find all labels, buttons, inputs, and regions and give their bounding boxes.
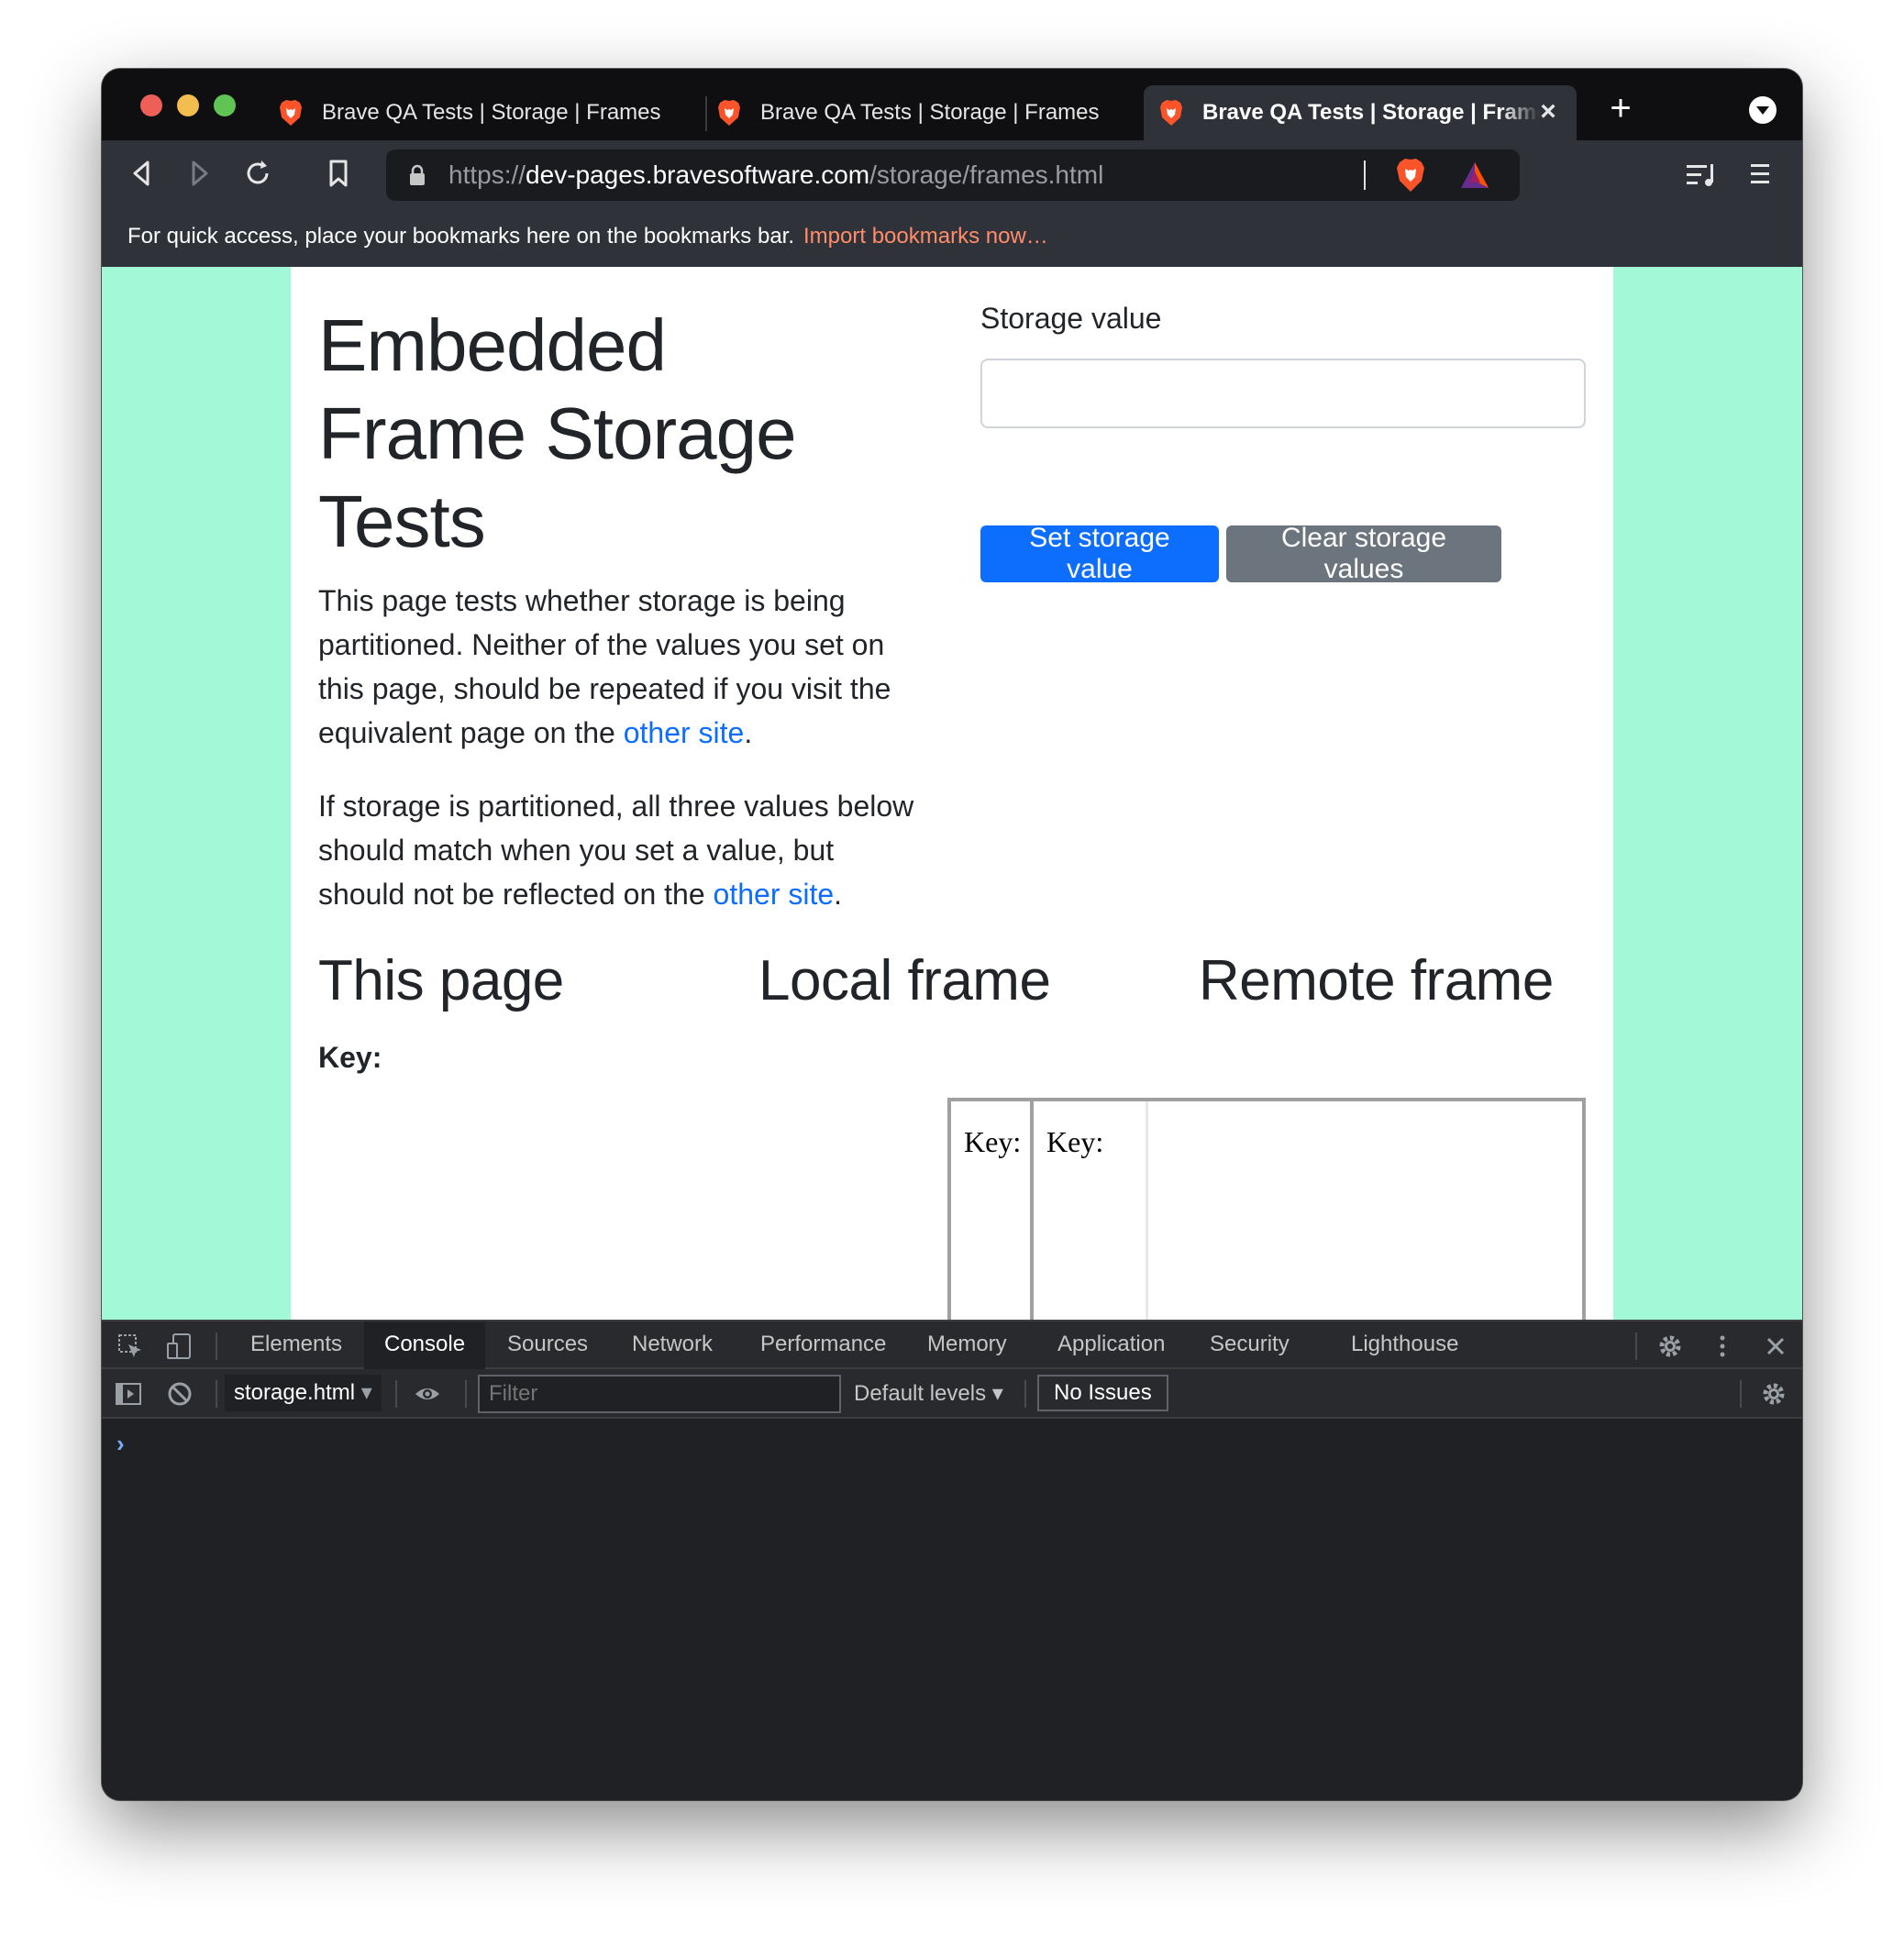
page-title: Embedded Frame Storage Tests xyxy=(318,304,797,562)
toolbar-separator xyxy=(395,1380,397,1408)
clear-console-icon[interactable] xyxy=(166,1380,194,1408)
devtools-panel: Elements Console Sources Network Perform… xyxy=(102,1320,1802,1800)
import-bookmarks-link[interactable]: Import bookmarks now… xyxy=(803,224,1048,249)
forward-icon[interactable] xyxy=(179,153,219,194)
new-tab-button[interactable]: + xyxy=(1602,90,1639,127)
devtools-tab-sources[interactable]: Sources xyxy=(487,1321,608,1369)
tab-search-icon[interactable] xyxy=(1749,96,1777,124)
other-site-link-2[interactable]: other site xyxy=(714,878,835,911)
tab-3-active[interactable]: Brave QA Tests | Storage | Frames × xyxy=(1144,85,1577,140)
devtools-tab-console[interactable]: Console xyxy=(364,1321,486,1369)
url-scheme: https:// xyxy=(448,160,526,189)
tab-1-label: Brave QA Tests | Storage | Frames xyxy=(322,100,661,125)
issues-button[interactable]: No Issues xyxy=(1037,1375,1168,1411)
partition-paragraph: If storage is partitioned, all three val… xyxy=(318,784,924,916)
devtools-tab-performance[interactable]: Performance xyxy=(740,1321,906,1369)
remote-frame-inner-divider xyxy=(1146,1101,1148,1320)
local-frame-key-label: Key: xyxy=(964,1125,1022,1158)
intro-end: . xyxy=(744,716,753,749)
reload-icon[interactable] xyxy=(238,153,278,194)
minimize-window-button[interactable] xyxy=(177,94,199,116)
local-frame-heading: Local frame xyxy=(758,949,1051,1012)
inspect-element-icon[interactable] xyxy=(116,1332,144,1360)
brave-lion-icon xyxy=(280,100,302,126)
console-toolbar: storage.html ▾ Default levels ▾ No Issue… xyxy=(102,1369,1802,1419)
browser-toolbar: https://dev-pages.bravesoftware.com/stor… xyxy=(102,140,1802,206)
caret-down-icon: ▾ xyxy=(991,1381,1003,1406)
intro-text: This page tests whether storage is being… xyxy=(318,584,891,749)
toolbar-separator xyxy=(1740,1380,1742,1408)
devtools-tab-application[interactable]: Application xyxy=(1037,1321,1185,1369)
this-page-heading: This page xyxy=(318,949,564,1012)
show-sidebar-icon[interactable] xyxy=(115,1380,142,1408)
browser-window: Brave QA Tests | Storage | Frames Brave … xyxy=(102,69,1802,1800)
devtools-tab-bar: Elements Console Sources Network Perform… xyxy=(102,1320,1802,1369)
brave-lion-icon xyxy=(1160,100,1182,126)
tab-3-label: Brave QA Tests | Storage | Frames xyxy=(1202,100,1540,125)
context-label: storage.html xyxy=(234,1380,356,1405)
console-settings-gear-icon[interactable] xyxy=(1760,1380,1788,1408)
settings-gear-icon[interactable] xyxy=(1656,1332,1684,1360)
close-tab-icon[interactable]: × xyxy=(1534,98,1562,126)
devtools-tab-network[interactable]: Network xyxy=(612,1321,733,1369)
back-icon[interactable] xyxy=(122,153,162,194)
remote-frame-heading: Remote frame xyxy=(1199,949,1554,1012)
devtools-tab-elements[interactable]: Elements xyxy=(230,1321,362,1369)
maximize-window-button[interactable] xyxy=(214,94,236,116)
clear-storage-button[interactable]: Clear storage values xyxy=(1226,523,1501,584)
url-path: /storage/frames.html xyxy=(869,160,1104,189)
menu-icon[interactable] xyxy=(1749,160,1771,188)
live-expression-eye-icon[interactable] xyxy=(414,1380,441,1408)
tab-2[interactable]: Brave QA Tests | Storage | Frames xyxy=(716,85,1147,140)
brave-lion-icon xyxy=(718,100,740,126)
set-storage-button[interactable]: Set storage value xyxy=(980,523,1219,584)
context-selector[interactable]: storage.html ▾ xyxy=(225,1375,382,1411)
caret-down-icon: ▾ xyxy=(360,1380,372,1405)
log-levels-dropdown[interactable]: Default levels ▾ xyxy=(854,1375,1003,1413)
close-devtools-icon[interactable] xyxy=(1762,1332,1789,1360)
devtools-separator xyxy=(216,1332,217,1360)
tab-1[interactable]: Brave QA Tests | Storage | Frames xyxy=(278,85,709,140)
storage-value-label: Storage value xyxy=(980,302,1162,335)
devtools-separator xyxy=(1635,1332,1637,1360)
lock-icon xyxy=(410,164,425,185)
brave-shields-icon[interactable] xyxy=(1395,158,1426,193)
devtools-tab-memory[interactable]: Memory xyxy=(907,1321,1027,1369)
url-host: dev-pages.bravesoftware.com xyxy=(526,160,870,189)
storage-value-input[interactable] xyxy=(980,359,1586,428)
tab-separator xyxy=(705,96,707,131)
console-filter-input[interactable] xyxy=(478,1375,841,1413)
devtools-tab-security[interactable]: Security xyxy=(1190,1321,1310,1369)
remote-frame-iframe[interactable]: Key: xyxy=(1030,1098,1586,1320)
page-viewport: Embedded Frame Storage Tests This page t… xyxy=(102,267,1802,1320)
bookmarks-bar: For quick access, place your bookmarks h… xyxy=(102,206,1802,267)
device-toolbar-icon[interactable] xyxy=(166,1332,194,1360)
more-options-icon[interactable] xyxy=(1709,1332,1736,1360)
toolbar-separator xyxy=(1024,1380,1026,1408)
tab-strip: Brave QA Tests | Storage | Frames Brave … xyxy=(102,69,1802,140)
toolbar-separator xyxy=(465,1380,467,1408)
log-levels-label: Default levels xyxy=(854,1381,987,1406)
other-site-link[interactable]: other site xyxy=(624,716,745,749)
close-window-button[interactable] xyxy=(140,94,162,116)
devtools-tab-lighthouse[interactable]: Lighthouse xyxy=(1331,1321,1478,1369)
partition-end: . xyxy=(834,878,843,911)
intro-paragraph: This page tests whether storage is being… xyxy=(318,579,924,755)
address-bar[interactable]: https://dev-pages.bravesoftware.com/stor… xyxy=(386,149,1520,201)
url-divider xyxy=(1364,160,1366,190)
brave-rewards-icon[interactable] xyxy=(1459,160,1490,190)
remote-frame-key-label: Key: xyxy=(1046,1125,1104,1158)
tab-2-label: Brave QA Tests | Storage | Frames xyxy=(760,100,1100,125)
console-prompt[interactable]: › xyxy=(116,1430,125,1458)
bookmark-icon[interactable] xyxy=(318,153,359,194)
bookmarks-bar-message: For quick access, place your bookmarks h… xyxy=(127,224,795,249)
this-page-key-label: Key: xyxy=(318,1041,382,1074)
toolbar-separator xyxy=(216,1380,217,1408)
playlist-icon[interactable] xyxy=(1687,162,1718,188)
